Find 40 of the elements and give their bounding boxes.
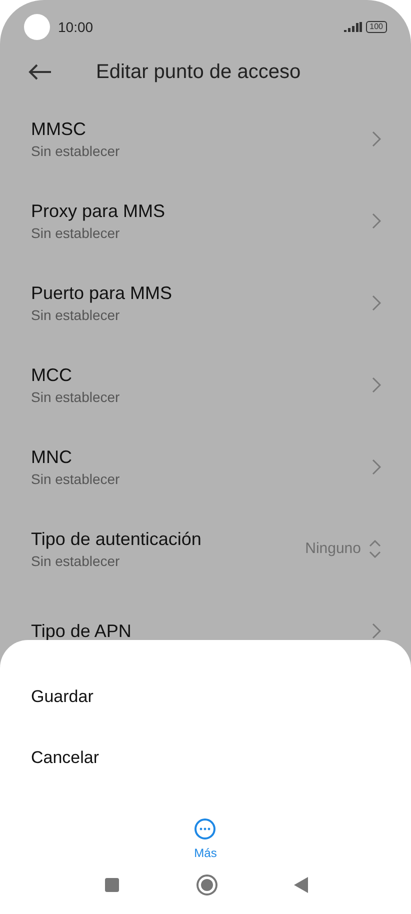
chevron-right-icon	[372, 377, 381, 393]
setting-title: Tipo de APN	[31, 620, 132, 643]
page-title: Editar punto de acceso	[96, 60, 301, 85]
setting-subtitle: Sin establecer	[31, 224, 121, 243]
setting-title: Puerto para MMS	[31, 282, 172, 305]
chevron-right-icon	[372, 459, 381, 475]
chevron-right-icon	[372, 295, 381, 311]
setting-title: MCC	[31, 364, 73, 387]
up-down-icon	[369, 540, 381, 558]
signal-icon	[344, 22, 362, 32]
settings-row[interactable]: Tipo de autenticación Sin establecer Ninguno	[0, 508, 411, 590]
settings-row[interactable]: MNC Sin establecer	[0, 426, 411, 508]
setting-title: Proxy para MMS	[31, 200, 166, 223]
setting-subtitle: Sin establecer	[31, 306, 121, 325]
status-time: 10:00	[58, 18, 94, 36]
setting-value: Ninguno	[305, 538, 361, 559]
setting-title: MMSC	[31, 118, 87, 141]
setting-title: MNC	[31, 446, 73, 469]
settings-row[interactable]: MMSC Sin establecer	[0, 98, 411, 180]
battery-indicator: 100	[366, 21, 387, 33]
recents-icon[interactable]	[104, 877, 120, 893]
home-icon[interactable]	[196, 874, 218, 896]
back-icon[interactable]	[294, 877, 308, 893]
settings-row[interactable]: MCC Sin establecer	[0, 344, 411, 426]
sheet-action[interactable]: Cancelar	[0, 727, 411, 788]
settings-row[interactable]: Puerto para MMS Sin establecer	[0, 262, 411, 344]
camera-cutout	[24, 14, 50, 40]
setting-title: Tipo de autenticación	[31, 528, 202, 551]
setting-subtitle: Sin establecer	[31, 388, 120, 407]
back-arrow-icon[interactable]	[28, 64, 52, 80]
chevron-right-icon	[372, 131, 381, 147]
settings-row[interactable]: Proxy para MMS Sin establecer	[0, 180, 411, 262]
chevron-right-icon	[372, 213, 381, 229]
setting-subtitle: Sin establecer	[31, 470, 120, 489]
sheet-action[interactable]: Guardar	[0, 666, 411, 727]
setting-subtitle: Sin establecer	[31, 552, 121, 571]
setting-subtitle: Sin establecer	[31, 142, 120, 161]
chevron-right-icon	[372, 623, 381, 639]
more-button[interactable]: Más	[194, 818, 217, 862]
more-icon	[194, 818, 216, 840]
